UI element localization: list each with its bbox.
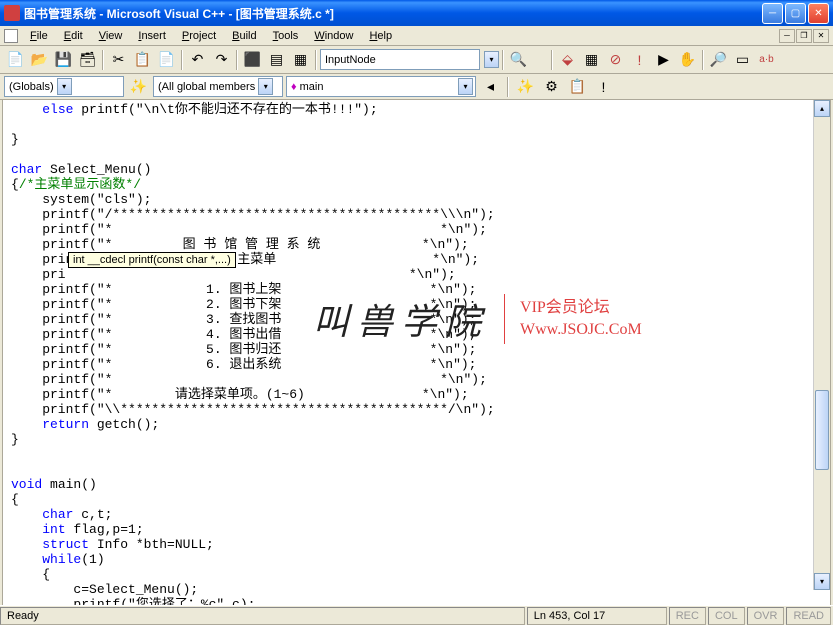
find-button[interactable]: 🔍 [507,49,530,71]
status-ovr: OVR [747,607,785,625]
breakpoint-button[interactable]: ✋ [676,49,699,71]
find-dropdown-button[interactable]: ▾ [484,51,499,68]
titlebar: 图书管理系统 - Microsoft Visual C++ - [图书管理系统.… [0,0,833,26]
build-button[interactable]: ▦ [580,49,603,71]
copy-button[interactable]: 📋 [131,49,154,71]
window-controls: ─ ▢ ✕ [762,3,829,24]
code-editor[interactable]: else printf("\n\t你不能归还不存在的一本书!!!"); } ch… [2,100,831,608]
nav-back-button[interactable]: ◂ [479,76,502,98]
intellisense-tooltip: int __cdecl printf(const char *,...) [68,252,236,268]
compile-button[interactable]: ⬙ [556,49,579,71]
ab-button[interactable]: a·b [755,49,778,71]
wizard-action-2-button[interactable]: ⚙ [540,76,563,98]
wizard-action-3-button[interactable]: 📋 [566,76,589,98]
menubar: FileEditViewInsertProjectBuildToolsWindo… [0,26,833,46]
wizard-action-4-button[interactable]: ! [592,76,615,98]
menu-file[interactable]: File [22,28,56,44]
app-icon [4,5,20,21]
menu-build[interactable]: Build [224,28,264,44]
window-list-button[interactable]: ▦ [289,49,312,71]
save-all-button[interactable]: 🗃 [76,49,99,71]
scroll-down-button[interactable]: ▾ [814,573,830,590]
menu-help[interactable]: Help [361,28,400,44]
mdi-close-button[interactable]: ✕ [813,29,829,43]
undo-button[interactable]: ↶ [186,49,209,71]
paste-button[interactable]: 📄 [155,49,178,71]
status-position: Ln 453, Col 17 [527,607,667,625]
mdi-minimize-button[interactable]: ─ [779,29,795,43]
menu-window[interactable]: Window [306,28,361,44]
wizard-bar: (Globals)▾ ✨ (All global members▾ ♦ main… [0,74,833,100]
new-file-button[interactable]: 📄 [4,49,27,71]
scroll-thumb[interactable] [815,390,829,470]
go-button[interactable]: ▶ [652,49,675,71]
execute-button[interactable]: ! [628,49,651,71]
members-combo[interactable]: (All global members▾ [153,76,283,97]
doc-icon [4,29,18,43]
maximize-button[interactable]: ▢ [785,3,806,24]
scope-combo[interactable]: (Globals)▾ [4,76,124,97]
vertical-scrollbar[interactable]: ▴ ▾ [813,100,830,590]
close-button[interactable]: ✕ [808,3,829,24]
menu-tools[interactable]: Tools [265,28,307,44]
standard-toolbar: 📄 📂 💾 🗃 ✂ 📋 📄 ↶ ↷ ⬛ ▤ ▦ ▾ 🔍 ⬙ ▦ ⊘ ! ▶ ✋ … [0,46,833,74]
menu-project[interactable]: Project [174,28,224,44]
stop-build-button[interactable]: ⊘ [604,49,627,71]
cut-button[interactable]: ✂ [107,49,130,71]
status-rec: REC [669,607,706,625]
function-combo[interactable]: ♦ main ▾ [286,76,476,97]
workspace-button[interactable]: ⬛ [241,49,264,71]
find-in-files-button[interactable]: 🔎 [707,49,730,71]
menu-insert[interactable]: Insert [130,28,174,44]
redo-button[interactable]: ↷ [210,49,233,71]
mdi-restore-button[interactable]: ❐ [796,29,812,43]
function-icon: ♦ [291,81,297,93]
scope-action-button[interactable]: ✨ [127,76,150,98]
open-file-button[interactable]: 📂 [28,49,51,71]
save-button[interactable]: 💾 [52,49,75,71]
menu-edit[interactable]: Edit [56,28,91,44]
find-input[interactable] [320,49,480,70]
status-col: COL [708,607,745,625]
minimize-button[interactable]: ─ [762,3,783,24]
menu-view[interactable]: View [91,28,131,44]
status-read: READ [786,607,831,625]
status-message: Ready [0,607,525,625]
wizard-action-1-button[interactable]: ✨ [514,76,537,98]
statusbar: Ready Ln 453, Col 17 REC COL OVR READ [0,605,833,625]
output-button[interactable]: ▤ [265,49,288,71]
titlebar-text: 图书管理系统 - Microsoft Visual C++ - [图书管理系统.… [24,5,762,22]
bookmarks-button[interactable]: ▭ [731,49,754,71]
scroll-up-button[interactable]: ▴ [814,100,830,117]
